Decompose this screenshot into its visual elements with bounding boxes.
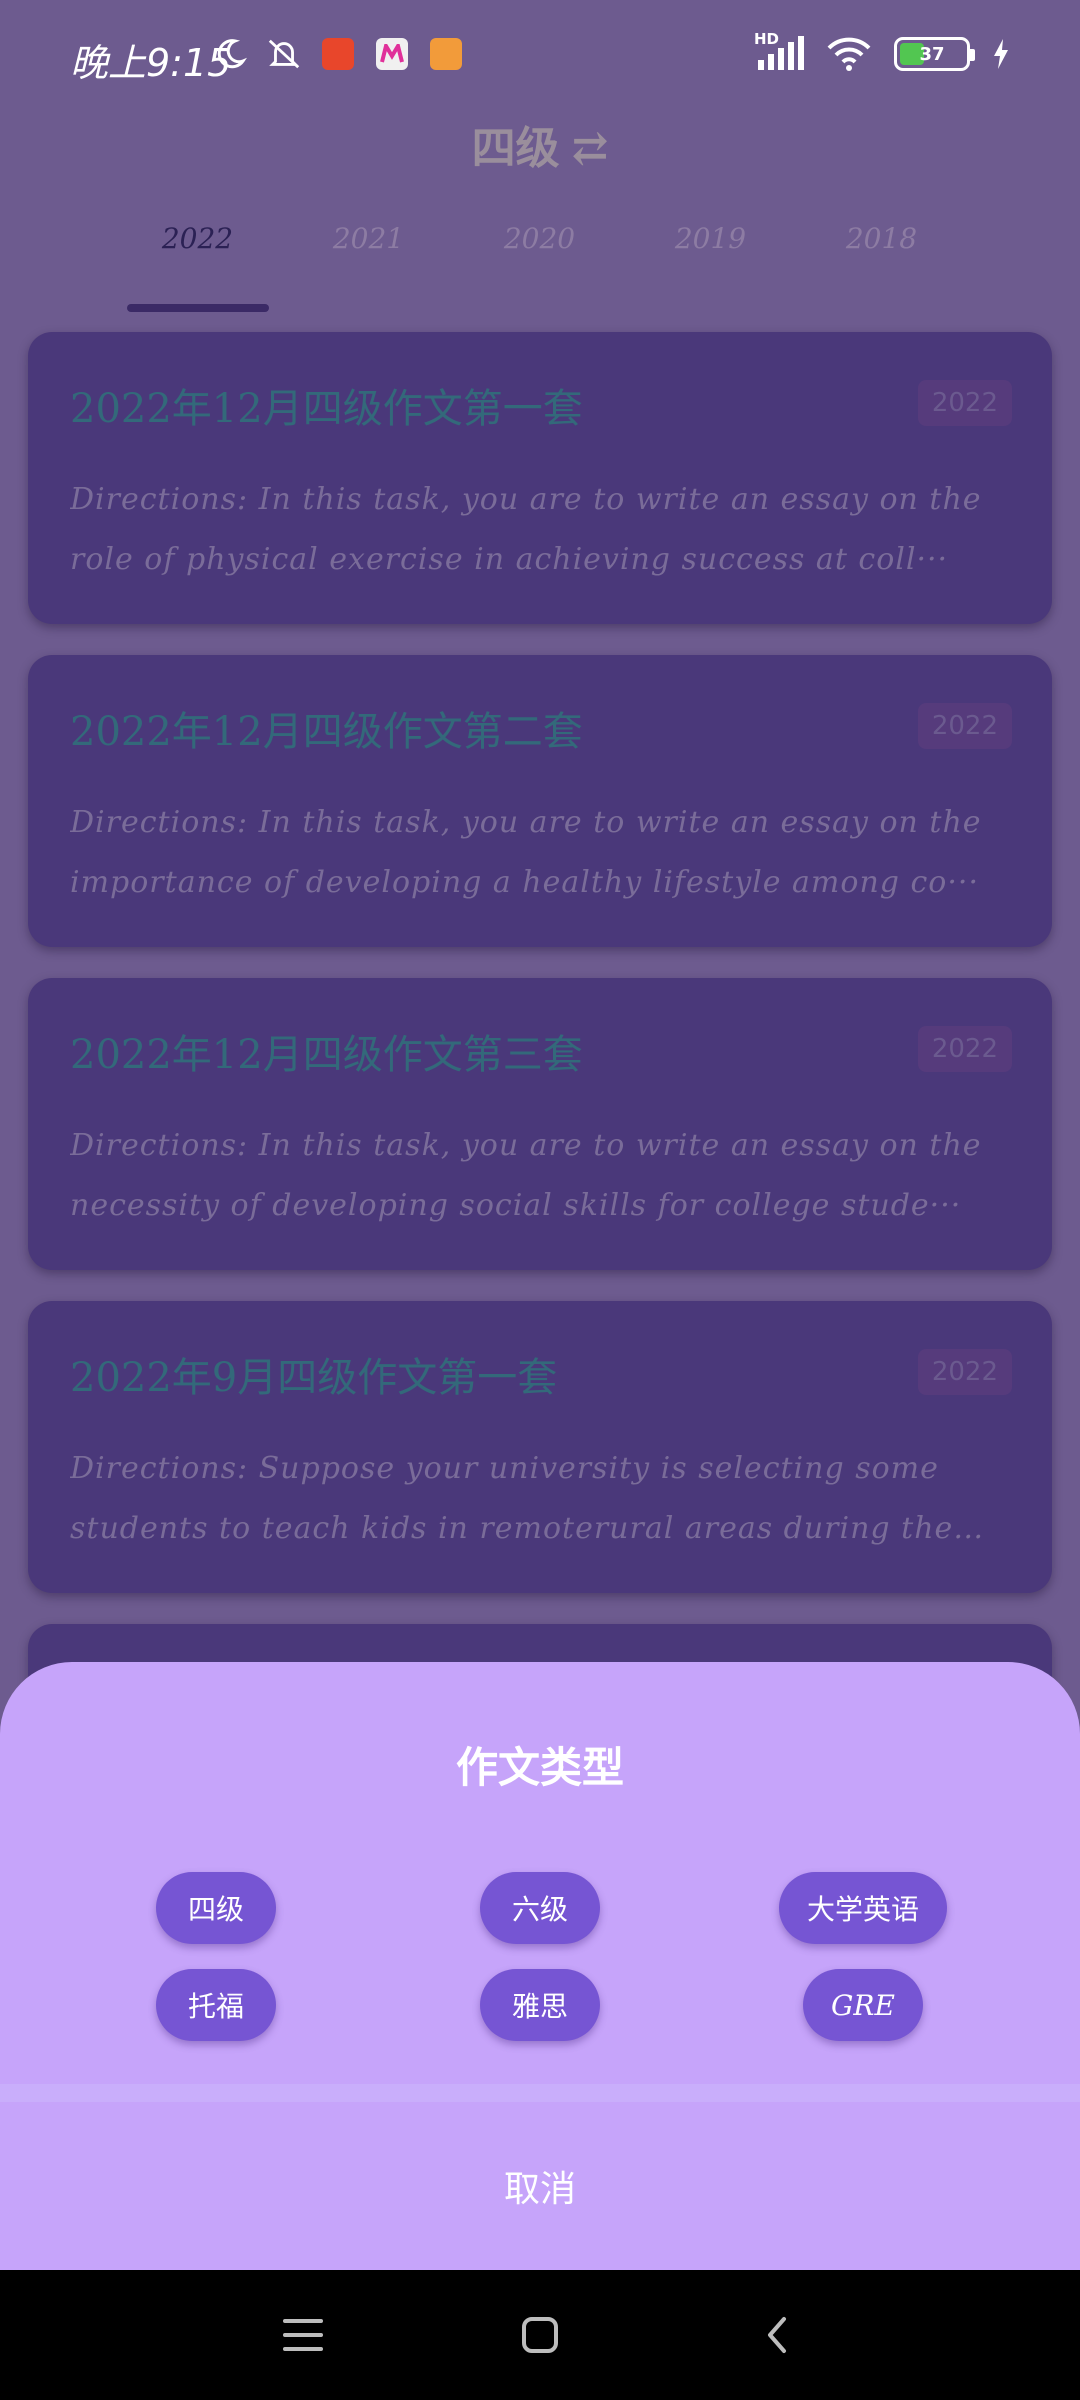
essay-card[interactable]: 2022年12月四级作文第二套 2022 Directions: In this… (28, 655, 1052, 947)
essay-card[interactable]: 2022年12月四级作文第三套 2022 Directions: In this… (28, 978, 1052, 1270)
essay-type-sheet: 作文类型 四级 六级 大学英语 托福 雅思 GRE 取消 (0, 1662, 1080, 2270)
taobao-app-icon (320, 36, 356, 72)
status-bar: 晚上9:15 HD 37 (0, 0, 1080, 115)
tab-2020[interactable]: 2020 (454, 222, 625, 312)
page-title[interactable]: 四级 ⇄ (0, 112, 1080, 176)
status-system-icons: HD 37 (754, 30, 1010, 72)
year-badge: 2022 (917, 1349, 1012, 1395)
meituan-app-icon (374, 36, 410, 72)
tab-2022[interactable]: 2022 (112, 222, 283, 312)
battery-level: 37 (919, 43, 945, 65)
year-badge: 2022 (917, 1026, 1012, 1072)
swap-icon[interactable]: ⇄ (572, 123, 609, 174)
charging-icon (992, 39, 1010, 69)
navigation-bar (0, 2270, 1080, 2400)
signal-icon: HD (754, 30, 804, 72)
essay-description: Directions: In this task, you are to wri… (70, 1128, 982, 1223)
option-toefl-button[interactable]: 托福 (156, 1969, 276, 2041)
sheet-divider (0, 2084, 1080, 2102)
wifi-icon (826, 36, 872, 72)
moon-icon (212, 36, 248, 72)
year-badge: 2022 (917, 380, 1012, 426)
essay-card[interactable]: 2022年12月四级作文第一套 2022 Directions: In this… (28, 332, 1052, 624)
tab-2018[interactable]: 2018 (796, 222, 967, 312)
essay-title: 2022年9月四级作文第一套 (70, 1355, 558, 1401)
app-icon (428, 36, 464, 72)
tab-indicator (127, 304, 269, 312)
essay-title: 2022年12月四级作文第二套 (70, 709, 583, 755)
battery-icon: 37 (894, 37, 975, 71)
option-gre-button[interactable]: GRE (803, 1969, 923, 2041)
essay-card[interactable]: 2022年9月四级作文第一套 2022 Directions: Suppose … (28, 1301, 1052, 1593)
year-tabs: 2022 2021 2020 2019 2018 (112, 222, 968, 312)
menu-icon[interactable] (268, 2300, 338, 2370)
status-notification-icons (212, 36, 464, 72)
back-icon[interactable] (742, 2300, 812, 2370)
essay-description: Directions: In this task, you are to wri… (70, 482, 982, 577)
essay-description: Directions: Suppose your university is s… (70, 1451, 954, 1546)
year-badge: 2022 (917, 703, 1012, 749)
page-title-text: 四级 (471, 123, 560, 174)
home-icon[interactable] (505, 2300, 575, 2370)
option-ielts-button[interactable]: 雅思 (480, 1969, 600, 2041)
essay-title: 2022年12月四级作文第一套 (70, 386, 583, 432)
tab-2021[interactable]: 2021 (283, 222, 454, 312)
sheet-title: 作文类型 (455, 1743, 624, 1792)
option-cet4-button[interactable]: 四级 (156, 1872, 276, 1944)
tab-2019[interactable]: 2019 (625, 222, 796, 312)
essay-title: 2022年12月四级作文第三套 (70, 1032, 583, 1078)
cancel-button[interactable]: 取消 (0, 2102, 1080, 2270)
option-cet6-button[interactable]: 六级 (480, 1872, 600, 1944)
option-college-english-button[interactable]: 大学英语 (778, 1872, 948, 1944)
essay-description: Directions: In this task, you are to wri… (70, 805, 982, 900)
status-time: 晚上9:15 (70, 41, 232, 85)
silent-icon (266, 36, 302, 72)
